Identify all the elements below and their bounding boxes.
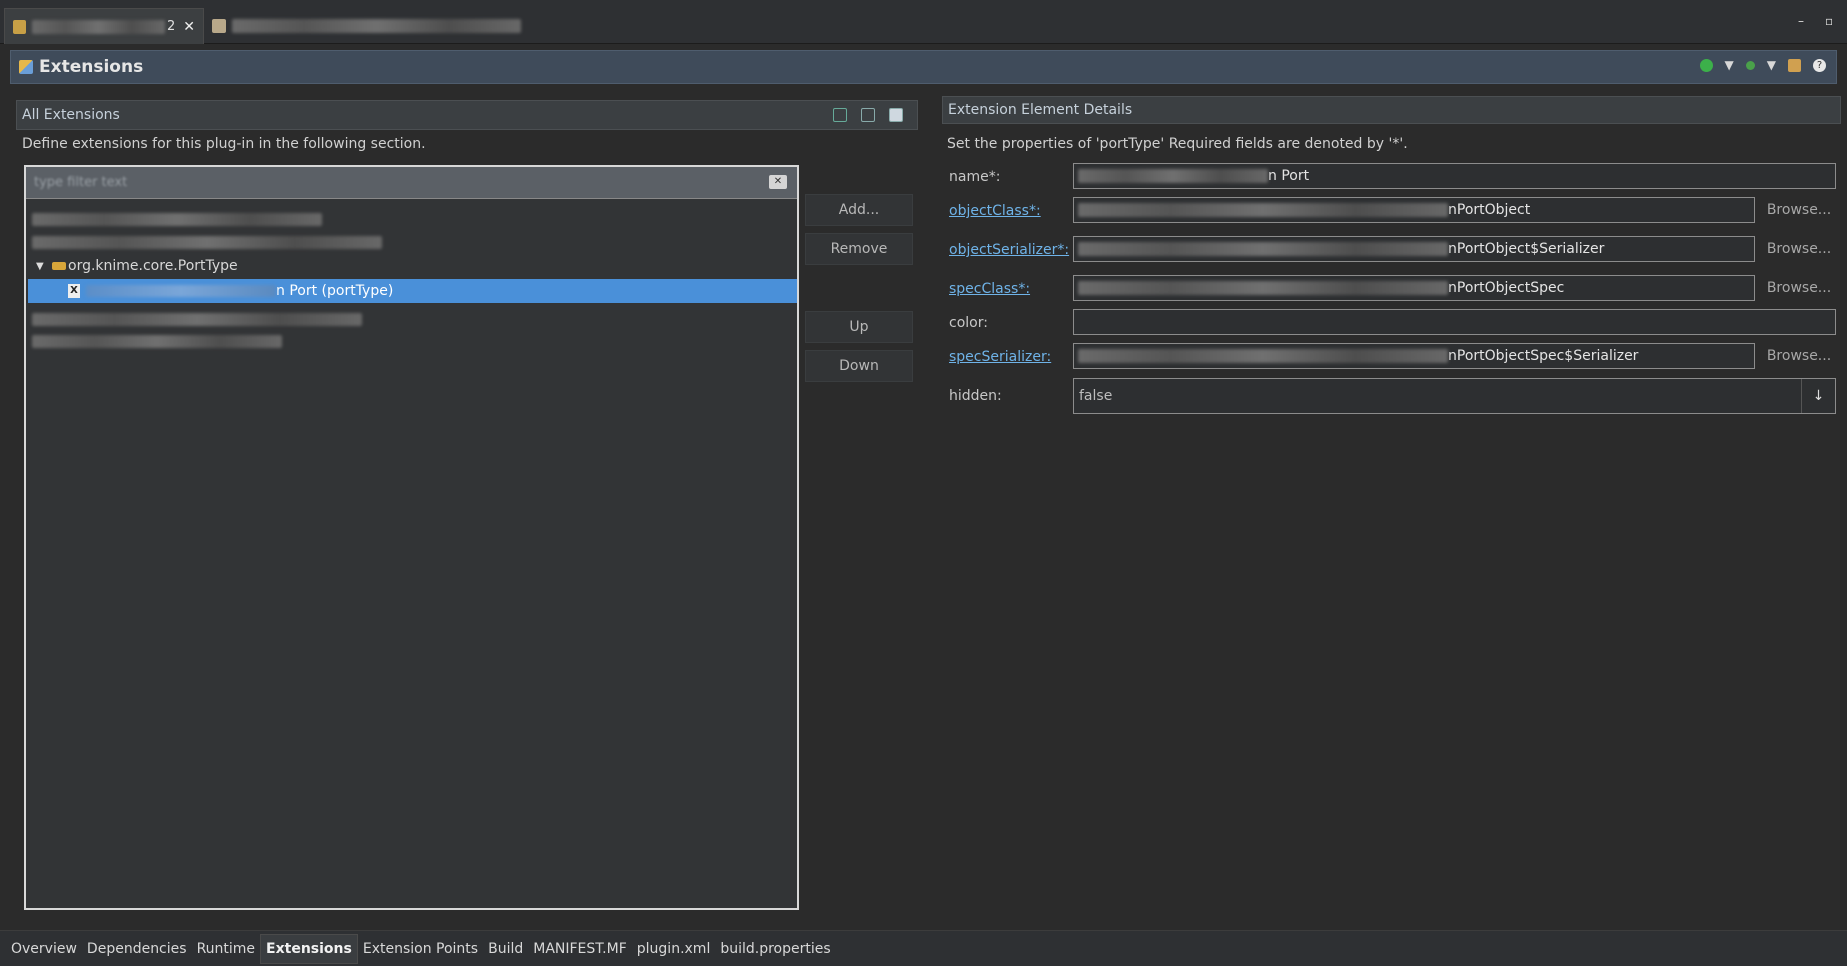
section-description: Define extensions for this plug-in in th… (22, 136, 426, 152)
sort-icon[interactable] (833, 108, 847, 122)
blurred-tree-label (86, 285, 276, 297)
minimize-button[interactable]: – (1798, 14, 1804, 28)
tree-item[interactable] (28, 307, 797, 331)
expand-all-icon[interactable] (861, 108, 875, 122)
tab-plugin-xml[interactable]: plugin.xml (632, 934, 716, 964)
name-value: n Port (1268, 168, 1310, 184)
file-icon (212, 19, 226, 33)
objectserializer-link[interactable]: objectSerializer*: (949, 242, 1069, 258)
blurred-value (1078, 242, 1448, 256)
filter-placeholder: type filter text (34, 175, 128, 190)
objectserializer-field[interactable]: nPortObject$Serializer (1073, 236, 1755, 262)
tab-extension-points[interactable]: Extension Points (358, 934, 483, 964)
name-field[interactable]: n Port (1073, 163, 1836, 189)
debug-icon[interactable] (1745, 60, 1755, 70)
specserializer-field[interactable]: nPortObjectSpec$Serializer (1073, 343, 1755, 369)
run-icon[interactable] (1699, 58, 1713, 72)
header-toolbar: ▼ ▼ ? (1699, 58, 1826, 72)
tree-item-porttype[interactable]: ▼ org.knime.core.PortType (28, 254, 797, 278)
tab-runtime[interactable]: Runtime (192, 934, 260, 964)
blurred-tree-label (32, 312, 362, 326)
chevron-down-icon[interactable]: ▼ (1725, 58, 1734, 72)
blurred-value (1078, 169, 1268, 183)
hidden-value: false (1079, 388, 1113, 404)
add-button[interactable]: Add... (805, 194, 913, 226)
specserializer-value: nPortObjectSpec$Serializer (1448, 348, 1639, 364)
editor-tab-label-suffix: 2 (166, 19, 176, 34)
specclass-field[interactable]: nPortObjectSpec (1073, 275, 1755, 301)
chevron-down-icon[interactable]: ▼ (1767, 58, 1776, 72)
remove-button[interactable]: Remove (805, 233, 913, 265)
arrow-down-icon[interactable]: ↓ (1801, 379, 1835, 413)
blurred-tree-label (32, 334, 282, 348)
browse-objectserializer-button[interactable]: Browse... (1758, 236, 1840, 262)
browse-objectclass-button[interactable]: Browse... (1758, 197, 1840, 223)
blurred-tab-title (231, 19, 521, 33)
page-title: Extensions (39, 57, 144, 77)
section-toolbar (833, 108, 903, 122)
browse-specserializer-button[interactable]: Browse... (1758, 343, 1840, 369)
tab-extensions[interactable]: Extensions (260, 933, 358, 964)
name-label: name*: (949, 169, 1001, 185)
extensions-icon (19, 60, 33, 74)
details-header: Extension Element Details (942, 96, 1841, 124)
tree-item[interactable] (28, 230, 797, 254)
export-icon[interactable] (1788, 58, 1801, 72)
tab-dependencies[interactable]: Dependencies (82, 934, 192, 964)
tree-item-selected[interactable]: X n Port (portType) (28, 279, 797, 303)
filter-input[interactable]: type filter text ✕ (26, 167, 797, 199)
blurred-tree-label (32, 235, 382, 249)
extensions-tree[interactable]: type filter text ✕ ▼ org.knime.core.Port… (24, 165, 799, 910)
specclass-value: nPortObjectSpec (1448, 280, 1565, 296)
extension-point-icon (52, 262, 66, 270)
element-icon: X (68, 284, 80, 298)
tree-item-label: n Port (portType) (276, 283, 394, 299)
objectclass-link[interactable]: objectClass*: (949, 203, 1041, 219)
section-title: All Extensions (22, 107, 120, 123)
collapse-all-icon[interactable] (889, 108, 903, 122)
page-tab-bar: Overview Dependencies Runtime Extensions… (0, 930, 1847, 966)
specserializer-link[interactable]: specSerializer: (949, 349, 1051, 365)
specclass-link[interactable]: specClass*: (949, 281, 1030, 297)
objectclass-field[interactable]: nPortObject (1073, 197, 1755, 223)
editor-tab-strip: 2 ✕ – ▫ (0, 0, 1847, 44)
section-title: Extension Element Details (948, 102, 1133, 118)
restore-button[interactable]: ▫ (1825, 14, 1833, 28)
hidden-select[interactable]: false ↓ (1073, 378, 1836, 414)
blurred-tree-label (32, 212, 322, 226)
clear-filter-icon[interactable]: ✕ (769, 175, 787, 189)
tree-item-label: org.knime.core.PortType (68, 258, 238, 274)
form-header: Extensions ▼ ▼ ? (10, 50, 1837, 84)
details-description: Set the properties of 'portType' Require… (947, 136, 1408, 152)
tab-build[interactable]: Build (483, 934, 528, 964)
tree-item[interactable] (28, 329, 797, 353)
down-button[interactable]: Down (805, 350, 913, 382)
blurred-value (1078, 349, 1448, 363)
help-icon[interactable]: ? (1813, 58, 1826, 72)
up-button[interactable]: Up (805, 311, 913, 343)
tree-item[interactable] (28, 207, 797, 231)
close-icon[interactable]: ✕ (183, 19, 195, 35)
all-extensions-header: All Extensions (16, 100, 918, 130)
tab-manifest[interactable]: MANIFEST.MF (528, 934, 632, 964)
objectserializer-value: nPortObject$Serializer (1448, 241, 1605, 257)
tab-build-properties[interactable]: build.properties (715, 934, 835, 964)
hidden-label: hidden: (949, 388, 1002, 404)
editor-tab-other[interactable] (204, 8, 529, 44)
expand-triangle-icon[interactable]: ▼ (36, 261, 48, 272)
browse-specclass-button[interactable]: Browse... (1758, 275, 1840, 301)
editor-tab-manifest[interactable]: 2 ✕ (4, 8, 204, 44)
tab-overview[interactable]: Overview (6, 934, 82, 964)
color-label: color: (949, 315, 988, 331)
blurred-tab-title (32, 19, 165, 34)
objectclass-value: nPortObject (1448, 202, 1531, 218)
blurred-value (1078, 203, 1448, 217)
color-field[interactable] (1073, 309, 1836, 335)
blurred-value (1078, 281, 1448, 295)
plugin-icon (13, 19, 27, 34)
